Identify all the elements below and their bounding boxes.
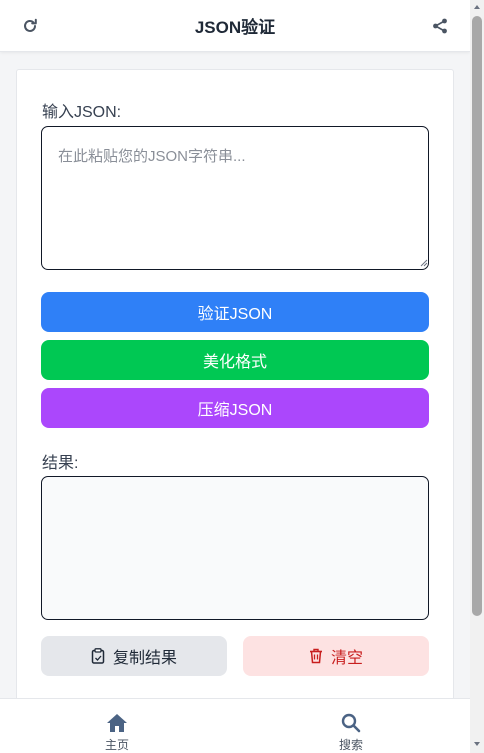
refresh-icon [24,18,37,32]
copy-result-button[interactable]: 复制结果 [41,636,227,676]
app-header: JSON验证 [0,0,470,52]
page-title: JSON验证 [194,18,276,37]
bottom-nav: 主页 搜索 [0,698,470,753]
app-viewport: JSON验证 输入JSON: 验证JSON 美化格式 压缩JSON 结果: [0,0,484,753]
input-label: 输入JSON: [42,104,122,121]
validate-json-button[interactable]: 验证JSON [41,292,429,332]
trash-icon [309,648,322,664]
clear-button[interactable]: 清空 [243,636,429,676]
search-icon [341,713,361,733]
beautify-button[interactable]: 美化格式 [41,340,429,380]
compress-json-button[interactable]: 压缩JSON [41,388,429,428]
nav-item-home[interactable]: 主页 [87,713,147,753]
copy-result-label: 复制结果 [112,650,177,667]
result-label: 结果: [42,455,79,472]
share-icon [433,18,447,34]
refresh-button[interactable] [18,14,42,38]
home-icon [107,714,127,732]
json-validator-card: 输入JSON: 验证JSON 美化格式 压缩JSON 结果: 复制结果 [16,69,454,719]
result-output-field[interactable] [41,476,429,620]
share-button[interactable] [428,14,452,38]
scroll-up-arrow-icon[interactable] [473,3,481,11]
nav-item-search[interactable]: 搜索 [321,713,381,753]
clear-label: 清空 [330,650,363,667]
nav-label-home: 主页 [104,738,129,752]
clipboard-icon [91,648,105,664]
scroll-down-arrow-icon[interactable] [473,740,481,748]
resize-handle-icon[interactable] [419,258,428,267]
scrollbar-thumb[interactable] [472,16,482,616]
json-input-field[interactable] [41,126,429,270]
nav-label-search: 搜索 [338,738,363,752]
